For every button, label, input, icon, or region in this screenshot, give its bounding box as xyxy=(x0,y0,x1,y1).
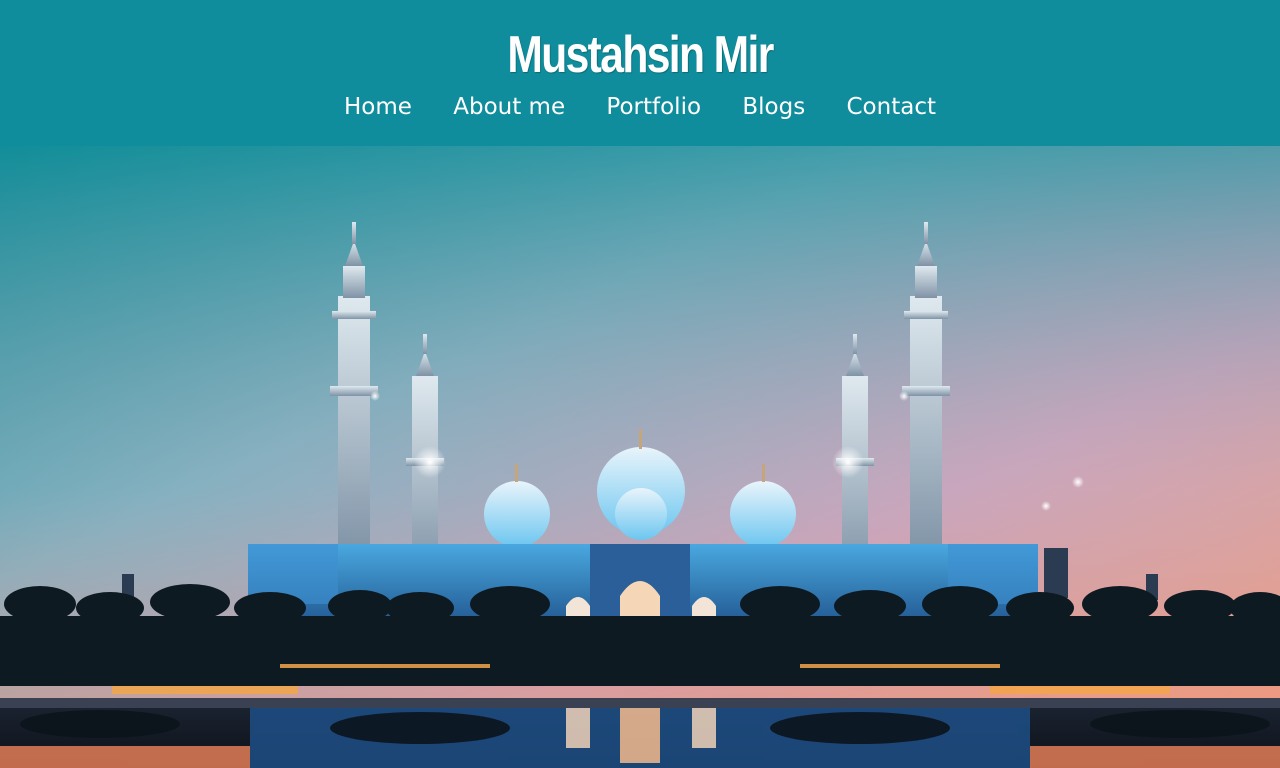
site-header: Mustahsin Mir Home About me Portfolio Bl… xyxy=(0,0,1280,146)
nav-blogs-link[interactable]: Blogs xyxy=(742,90,805,124)
nav-about-link[interactable]: About me xyxy=(453,90,565,124)
nav-portfolio-link[interactable]: Portfolio xyxy=(606,90,701,124)
main-nav: Home About me Portfolio Blogs Contact xyxy=(0,90,1280,124)
nav-home-link[interactable]: Home xyxy=(344,90,412,124)
site-title[interactable]: Mustahsin Mir xyxy=(115,24,1165,86)
hero-image xyxy=(0,146,1280,768)
mosque-photo xyxy=(0,146,1280,768)
nav-contact-link[interactable]: Contact xyxy=(847,90,936,124)
